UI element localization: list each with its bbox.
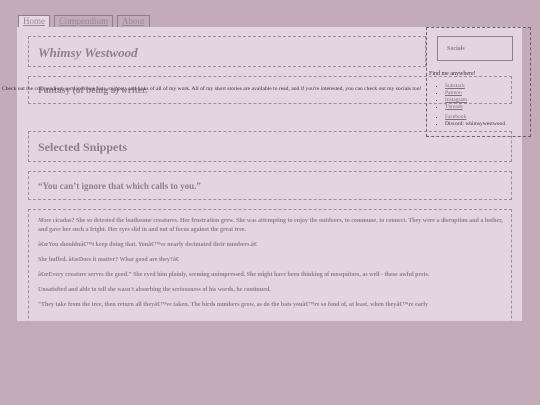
facebook-link[interactable]: Facebook <box>445 114 466 120</box>
story-paragraph: She huffed. â€œDoes it matter? What good… <box>38 257 179 263</box>
story-paragraph: â€œYou shouldnâ€™t keep doing that. Youâ… <box>38 242 257 248</box>
instagram-link[interactable]: Instagram <box>445 97 467 103</box>
story-first-word: More <box>38 218 52 224</box>
socials-sidebar: Socials Find me anywhere! Substack Patre… <box>426 27 531 137</box>
site-title: Whimsy Westwood <box>28 36 426 67</box>
intro-text: Check out the compendium section to see … <box>2 86 422 92</box>
list-item: Substack <box>445 83 505 90</box>
story-paragraph: “They take from the tree, then return al… <box>38 302 429 308</box>
story-paragraph: More cicadas? She so detested the loaths… <box>38 217 503 235</box>
tab-compendium[interactable]: Compendium <box>54 15 113 27</box>
discord-handle: Discord: whimsywestwood <box>445 121 505 128</box>
list-item: Patreon <box>445 90 505 97</box>
find-me-text: Find me anywhere! <box>429 71 476 77</box>
featured-quote: “You can’t ignore that which calls to yo… <box>28 171 512 200</box>
list-item: Facebook <box>445 114 505 121</box>
threads-link[interactable]: Threads <box>445 104 463 110</box>
list-item: Threads <box>445 104 505 111</box>
story-paragraph-text: cicadas? She so detested the loathsome c… <box>38 218 503 233</box>
patreon-link[interactable]: Patreon <box>445 90 462 96</box>
story-snippet: More cicadas? She so detested the loaths… <box>28 209 512 321</box>
socials-heading: Socials <box>437 36 513 61</box>
story-paragraph: â€œEvery creature serves the good.” She … <box>38 272 430 278</box>
socials-list: Substack Patreon Instagram Threads Faceb… <box>433 83 505 128</box>
tab-about[interactable]: About <box>117 15 150 27</box>
tab-home[interactable]: Home <box>18 15 50 27</box>
substack-link[interactable]: Substack <box>445 83 465 89</box>
nav-tabs: Home Compendium About <box>18 15 150 27</box>
story-paragraph: Unsatisfied and able to tell she wasn't … <box>38 287 271 293</box>
list-item: Instagram <box>445 97 505 104</box>
